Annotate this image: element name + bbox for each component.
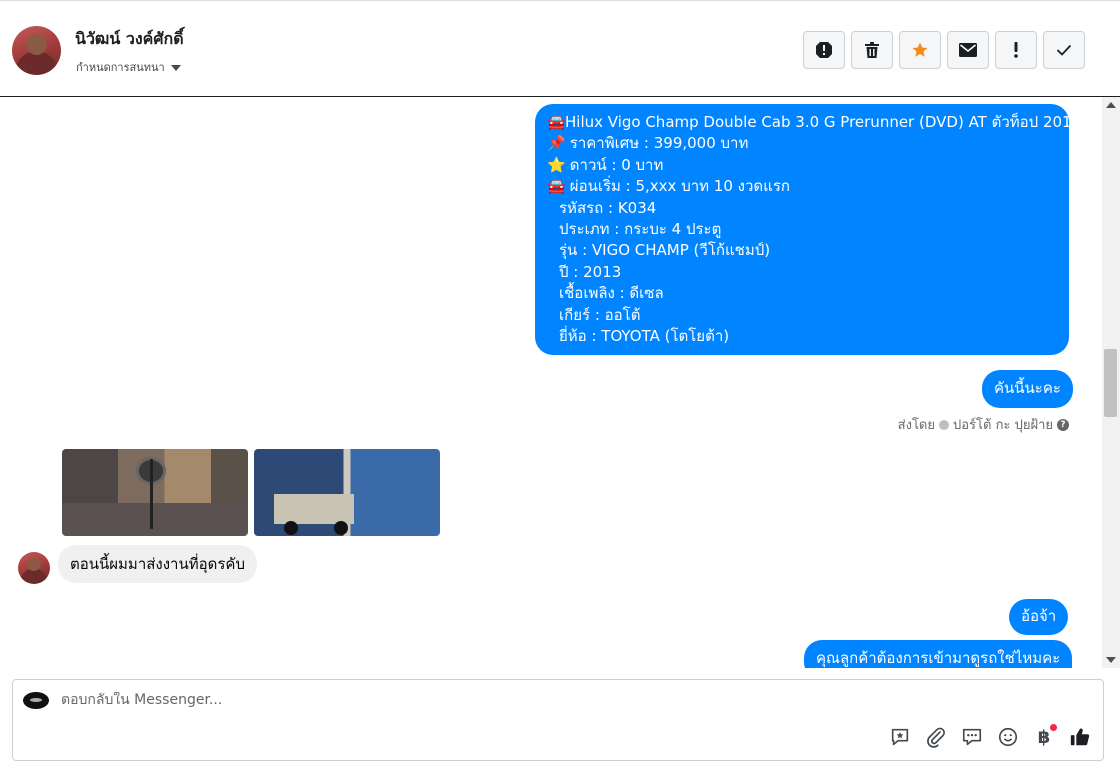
listing-line: ปี : 2013: [559, 262, 622, 281]
listing-line: 🚘 ผ่อนเริ่ม : 5,xxx บาท 10 งวดแรก: [547, 176, 1057, 197]
listing-line: ประเภท : กระบะ 4 ประตู: [559, 220, 722, 239]
notification-dot: [1050, 724, 1057, 731]
emoji-icon: [998, 727, 1018, 747]
check-icon: [1056, 44, 1072, 56]
sent-by-name: ปอร์โต้ กะ ปุยฝ้าย: [953, 418, 1053, 433]
trash-icon: [865, 42, 879, 58]
outgoing-message[interactable]: คันนี้นะคะ: [982, 370, 1073, 408]
composer-tools: ฿: [887, 724, 1093, 750]
incoming-message[interactable]: ตอนนี้ผมมาส่งงานที่อุดรคับ: [58, 545, 257, 583]
reply-composer: ฿: [12, 679, 1104, 761]
photo-attachment[interactable]: [62, 449, 248, 536]
scrollbar-thumb[interactable]: [1104, 349, 1117, 417]
car-icon: 🚘: [547, 177, 566, 196]
verified-dot-icon: [939, 419, 949, 430]
attachment-icon: [927, 727, 945, 748]
chat-bubble-icon: [962, 728, 982, 746]
reply-input[interactable]: [61, 692, 961, 708]
listing-line: เกียร์ : ออโต้: [559, 305, 641, 324]
listing-line: เชื้อเพลิง : ดีเซล: [559, 284, 664, 303]
wheel-shape: [334, 521, 348, 535]
delete-button[interactable]: [851, 31, 893, 69]
page-logo: [23, 692, 49, 709]
saved-reply-icon: [891, 728, 909, 746]
star-button[interactable]: [899, 31, 941, 69]
mark-done-button[interactable]: [1043, 31, 1085, 69]
sent-by-prefix: ส่งโดย: [897, 418, 935, 433]
car-icon: 🚘: [547, 113, 566, 131]
star-emoji-icon: ⭐: [547, 155, 566, 174]
conversation-schedule-dropdown[interactable]: กำหนดการสนทนา: [76, 58, 181, 76]
listing-line: 🚘Hilux Vigo Champ Double Cab 3.0 G Preru…: [547, 112, 1081, 133]
pin-icon: 📌: [547, 134, 566, 153]
like-icon: [1070, 728, 1090, 746]
messenger-conversation: นิวัฒน์ วงค์ศักดิ์ กำหนดการสนทนา 🚘Hilux …: [0, 0, 1120, 771]
schedule-label: กำหนดการสนทนา: [76, 61, 165, 74]
contact-avatar[interactable]: [12, 26, 61, 75]
quick-reply-button[interactable]: [959, 724, 985, 750]
outgoing-message[interactable]: อ้อจ้า: [1009, 599, 1069, 635]
report-icon: [816, 42, 832, 58]
photo-attachment[interactable]: [254, 449, 440, 536]
car-listing-message[interactable]: 🚘Hilux Vigo Champ Double Cab 3.0 G Preru…: [535, 104, 1081, 355]
conversation-header: นิวัฒน์ วงค์ศักดิ์ กำหนดการสนทนา: [0, 0, 1120, 97]
listing-line: ยี่ห้อ : TOYOTA (โตโยต้า): [559, 327, 730, 346]
wheel-shape: [284, 521, 298, 535]
thread-scrollbar[interactable]: [1102, 97, 1120, 668]
listing-line: 📌 ราคาพิเศษ : 399,000 บาท: [547, 133, 1057, 154]
header-actions: [803, 31, 1085, 69]
emoji-button[interactable]: [995, 724, 1021, 750]
baht-icon: ฿: [1037, 726, 1051, 748]
truck-shape: [274, 494, 354, 524]
mark-unread-button[interactable]: [947, 31, 989, 69]
scroll-down-arrow-icon[interactable]: [1106, 657, 1116, 663]
sent-by-info: ส่งโดย ปอร์โต้ กะ ปุยฝ้าย ?: [898, 414, 1069, 435]
payment-button[interactable]: ฿: [1031, 724, 1057, 750]
listing-line: ⭐ ดาวน์ : 0 บาท: [547, 155, 1057, 176]
attach-button[interactable]: [923, 724, 949, 750]
star-icon: [912, 42, 928, 57]
report-button[interactable]: [803, 31, 845, 69]
caret-down-icon: [170, 64, 181, 71]
help-icon[interactable]: ?: [1057, 418, 1069, 431]
contact-avatar-small[interactable]: [18, 552, 50, 584]
envelope-icon: [959, 43, 977, 57]
mark-important-button[interactable]: [995, 31, 1037, 69]
exclamation-icon: [1014, 42, 1018, 58]
like-button[interactable]: [1067, 724, 1093, 750]
fan-pole-shape: [150, 459, 153, 529]
listing-line: รหัสรถ : K034: [559, 198, 657, 217]
listing-line: รุ่น : VIGO CHAMP (วีโก้แชมป์): [559, 241, 771, 260]
outgoing-message[interactable]: คุณลูกค้าต้องการเข้ามาดูรถใช่ไหมคะ: [804, 640, 1073, 668]
contact-name[interactable]: นิวัฒน์ วงค์ศักดิ์: [75, 27, 184, 52]
saved-reply-button[interactable]: [887, 724, 913, 750]
scroll-up-arrow-icon[interactable]: [1106, 102, 1116, 108]
message-thread[interactable]: 🚘Hilux Vigo Champ Double Cab 3.0 G Preru…: [0, 97, 1120, 668]
